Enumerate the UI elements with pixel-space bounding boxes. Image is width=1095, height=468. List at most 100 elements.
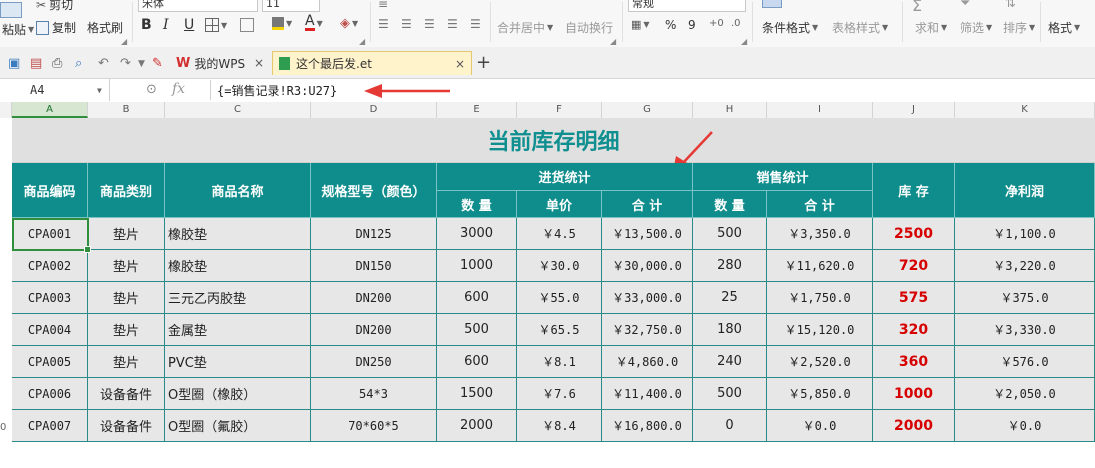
pin-icon[interactable]: ✎ [152, 56, 163, 71]
new-tab-button[interactable]: + [476, 52, 491, 73]
cell-product-category[interactable]: 垫片 [88, 250, 165, 281]
cell-stock[interactable]: 575 [873, 282, 955, 313]
column-header[interactable]: C [165, 102, 311, 118]
cell-stock[interactable]: 1000 [873, 378, 955, 409]
formula-input[interactable]: {=销售记录!R3:U27} [210, 80, 1095, 100]
table-row[interactable]: CPA003 垫片 三元乙丙胶垫 DN200 600 ￥55.0 ￥33,000.0 25 ￥1… [12, 282, 1095, 314]
cell-spec-model[interactable]: DN200 [311, 282, 437, 313]
cell-product-category[interactable]: 垫片 [88, 282, 165, 313]
cell-purchase-total[interactable]: ￥32,750.0 [602, 314, 693, 345]
alignment-launcher-icon[interactable]: ◢ [610, 37, 616, 46]
cell-product-code[interactable]: CPA004 [12, 314, 88, 345]
cell-product-name[interactable]: 三元乙丙胶垫 [165, 282, 311, 313]
chevron-down-icon[interactable]: ▼ [97, 86, 102, 95]
table-row[interactable]: CPA001 垫片 橡胶垫 DN125 3000 ￥4.5 ￥13,500.0 500 ￥3,3… [12, 218, 1095, 250]
cell-product-code[interactable]: CPA005 [12, 346, 88, 377]
cell-purchase-unit-price[interactable]: ￥8.1 [517, 346, 602, 377]
cell-purchase-unit-price[interactable]: ￥30.0 [517, 250, 602, 281]
justify-button[interactable]: ☰ [447, 17, 458, 31]
sheet-title[interactable]: 当前库存明细 [12, 118, 1095, 163]
align-center-button[interactable]: ☰ [401, 17, 412, 31]
table-row[interactable]: CPA006 设备备件 O型圈（橡胶） 54*3 1500 ￥7.6 ￥11,400.0 50… [12, 378, 1095, 410]
table-row[interactable]: CPA005 垫片 PVC垫 DN250 600 ￥8.1 ￥4,860.0 240 ￥2,52… [12, 346, 1095, 378]
number-launcher-icon[interactable]: ◢ [741, 37, 747, 46]
paste-button[interactable] [0, 2, 22, 18]
cell-sales-quantity[interactable]: 240 [693, 346, 767, 377]
distributed-button[interactable]: ☰ [470, 17, 481, 31]
cell-purchase-total[interactable]: ￥16,800.0 [602, 410, 693, 441]
table-row[interactable]: CPA004 垫片 金属垫 DN200 500 ￥65.5 ￥32,750.0 180 ￥15,… [12, 314, 1095, 346]
cell-sales-quantity[interactable]: 500 [693, 218, 767, 249]
tab-current-workbook[interactable]: 这个最后发.et × [272, 51, 472, 75]
header-net-profit[interactable]: 净利润 [955, 163, 1095, 218]
undo-icon[interactable]: ↶ [98, 56, 109, 71]
print-icon[interactable]: ⎙ [52, 56, 62, 71]
cell-sales-total[interactable]: ￥1,750.0 [767, 282, 873, 313]
font-size-select[interactable]: 11 [262, 0, 320, 12]
cell-purchase-quantity[interactable]: 600 [437, 346, 517, 377]
format-button[interactable]: 格式 ▼ [1048, 19, 1080, 36]
cell-spec-model[interactable]: DN150 [311, 250, 437, 281]
cell-purchase-quantity[interactable]: 1500 [437, 378, 517, 409]
cell-net-profit[interactable]: ￥3,220.0 [955, 250, 1095, 281]
column-header[interactable]: E [437, 102, 517, 118]
cell-sales-quantity[interactable]: 180 [693, 314, 767, 345]
cell-stock[interactable]: 320 [873, 314, 955, 345]
conditional-format-button[interactable]: 条件格式 ▼ [762, 19, 818, 36]
underline-button[interactable]: U [184, 17, 194, 33]
spreadsheet-grid[interactable]: 当前库存明细 商品编码 商品类别 商品名称 规格型号（颜色） 进货统计 销售统计… [0, 118, 1095, 468]
cell-stock[interactable]: 360 [873, 346, 955, 377]
cell-net-profit[interactable]: ￥375.0 [955, 282, 1095, 313]
table-style-button[interactable]: 表格样式 ▼ [832, 19, 888, 36]
cell-sales-total[interactable]: ￥3,350.0 [767, 218, 873, 249]
cell-sales-total[interactable]: ￥15,120.0 [767, 314, 873, 345]
cell-sales-quantity[interactable]: 25 [693, 282, 767, 313]
cell-purchase-total[interactable]: ￥30,000.0 [602, 250, 693, 281]
cell-product-category[interactable]: 设备备件 [88, 410, 165, 441]
table-row[interactable]: CPA007 设备备件 O型圈（氟胶） 70*60*5 2000 ￥8.4 ￥16,800.… [12, 410, 1095, 442]
cell-sales-quantity[interactable]: 280 [693, 250, 767, 281]
select-all-corner[interactable] [0, 102, 12, 118]
filter-button[interactable]: 筛选 ▼ [960, 19, 992, 36]
cell-product-code[interactable]: CPA002 [12, 250, 88, 281]
bold-button[interactable]: B [141, 17, 152, 33]
font-name-select[interactable]: 宋体 [138, 0, 258, 12]
merge-cells-button[interactable] [240, 18, 254, 32]
cell-product-category[interactable]: 垫片 [88, 346, 165, 377]
increase-decimal-button[interactable]: +0 [709, 18, 724, 29]
clear-format-button[interactable]: ◈ ▼ [340, 16, 358, 31]
font-launcher-icon[interactable]: ◢ [359, 37, 365, 46]
cell-sales-total[interactable]: ￥2,520.0 [767, 346, 873, 377]
italic-button[interactable]: I [163, 17, 169, 33]
clipboard-launcher-icon[interactable]: ◢ [121, 37, 127, 46]
empty-row[interactable] [12, 442, 1095, 468]
number-format-select[interactable]: 常规 [628, 0, 746, 12]
header-purchase-total[interactable]: 合 计 [602, 191, 693, 218]
zoom-formula-icon[interactable]: ⊙ [146, 82, 157, 97]
cell-spec-model[interactable]: 70*60*5 [311, 410, 437, 441]
name-box[interactable]: A4 ▼ [0, 79, 110, 101]
merge-center-button[interactable]: 合并居中 ▼ [497, 19, 553, 36]
tab-my-wps[interactable]: W 我的WPS × [170, 51, 270, 75]
cell-sales-quantity[interactable]: 0 [693, 410, 767, 441]
header-product-category[interactable]: 商品类别 [88, 163, 165, 218]
quick-access-dropdown-icon[interactable]: ▼ [138, 59, 145, 69]
cell-purchase-unit-price[interactable]: ￥7.6 [517, 378, 602, 409]
currency-button[interactable]: ▦ ▼ [631, 18, 650, 31]
cell-spec-model[interactable]: DN250 [311, 346, 437, 377]
cell-purchase-quantity[interactable]: 3000 [437, 218, 517, 249]
cell-spec-model[interactable]: DN200 [311, 314, 437, 345]
cell-purchase-total[interactable]: ￥13,500.0 [602, 218, 693, 249]
cell-purchase-quantity[interactable]: 2000 [437, 410, 517, 441]
cell-sales-total[interactable]: ￥11,620.0 [767, 250, 873, 281]
cell-product-category[interactable]: 垫片 [88, 314, 165, 345]
cell-product-code[interactable]: CPA003 [12, 282, 88, 313]
column-header[interactable]: G [602, 102, 693, 118]
cell-purchase-total[interactable]: ￥11,400.0 [602, 378, 693, 409]
sum-button[interactable]: 求和 ▼ [915, 19, 947, 36]
header-spec-model[interactable]: 规格型号（颜色） [311, 163, 437, 218]
print-preview-icon[interactable]: ⌕ [75, 56, 82, 71]
cell-purchase-quantity[interactable]: 1000 [437, 250, 517, 281]
copy-button[interactable]: 复制 [36, 19, 76, 36]
table-row[interactable]: CPA002 垫片 橡胶垫 DN150 1000 ￥30.0 ￥30,000.0 280 ￥11… [12, 250, 1095, 282]
